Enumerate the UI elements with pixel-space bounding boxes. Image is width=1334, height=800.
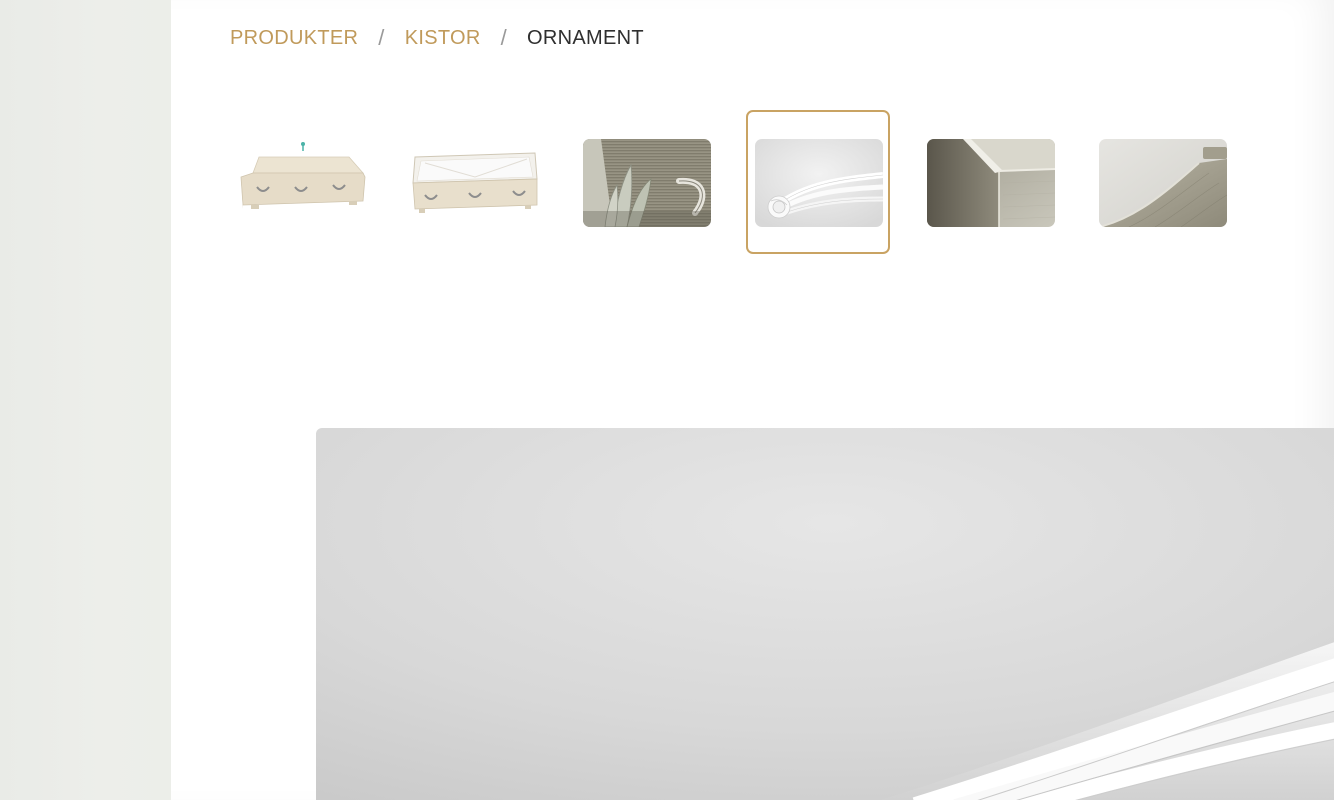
fabric-rosette-image	[755, 139, 883, 227]
page: PRODUKTER / KISTOR / ORNAMENT	[0, 0, 1334, 800]
thumbnail-open-coffin[interactable]	[411, 139, 539, 227]
closed-coffin-image	[239, 139, 367, 227]
thumbnail-closed-coffin[interactable]	[239, 139, 367, 227]
thumbnail-gallery	[0, 0, 1334, 260]
main-fabric-image	[316, 428, 1334, 800]
thumbnail-fabric-rosette[interactable]	[755, 139, 883, 227]
leaf-ornament-image	[583, 139, 711, 227]
thumbnail-wood-edge[interactable]	[927, 139, 1055, 227]
wood-edge-image	[927, 139, 1055, 227]
thumbnail-leaf-ornament[interactable]	[583, 139, 711, 227]
curved-lid-image	[1099, 139, 1227, 227]
main-product-image	[316, 428, 1334, 800]
thumbnail-curved-lid[interactable]	[1099, 139, 1227, 227]
open-coffin-image	[411, 139, 539, 227]
